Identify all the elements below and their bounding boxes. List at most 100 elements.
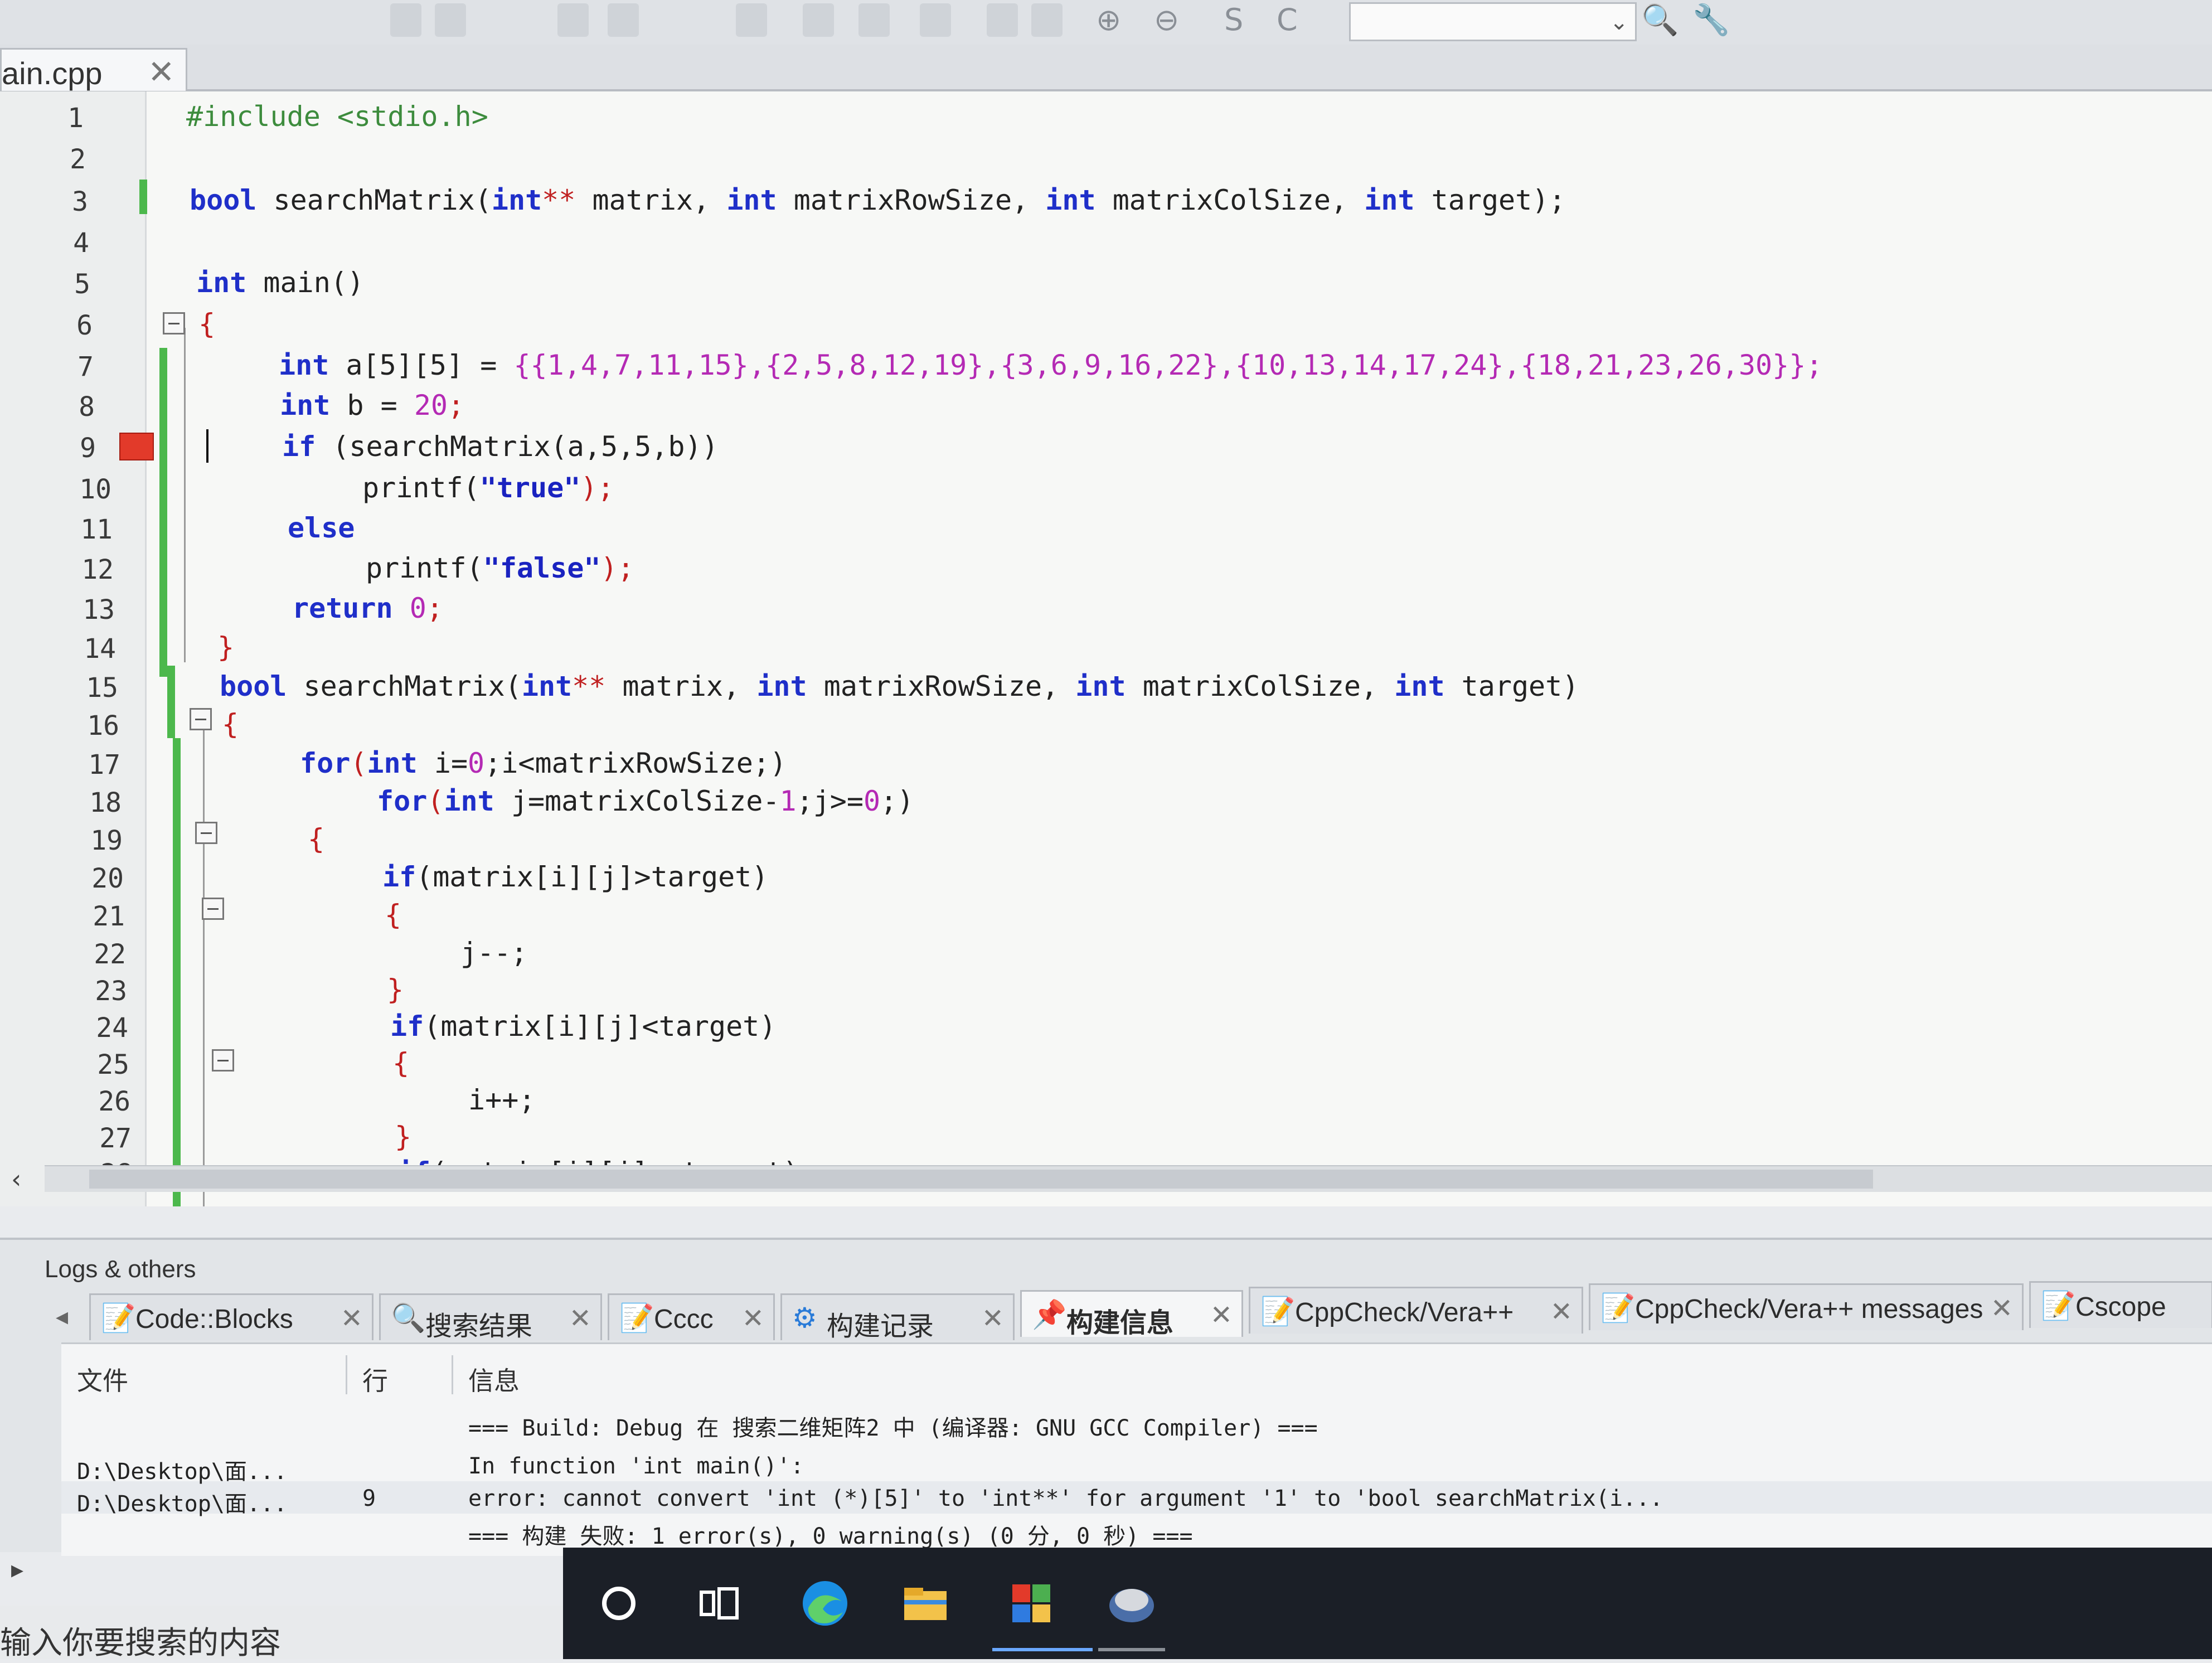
toolbar-button[interactable] <box>1031 3 1063 37</box>
line-number: 15 <box>86 672 118 704</box>
code-line: 26 i++; <box>0 1080 2212 1121</box>
column-divider[interactable] <box>452 1355 453 1394</box>
taskbar-search-box[interactable]: 输入你要搜索的内容 <box>0 1606 563 1660</box>
horizontal-scrollbar[interactable]: ‹ <box>11 1164 2212 1194</box>
toolbar-s-icon[interactable]: S <box>1224 2 1243 37</box>
line-number: 7 <box>77 351 94 382</box>
close-icon[interactable]: ✕ <box>1550 1296 1573 1327</box>
line-number: 6 <box>76 310 93 341</box>
code-line: 11 else <box>0 508 2212 549</box>
code-text: for(int j=matrixColSize-1;j>=0;) <box>377 785 914 817</box>
line-number: 2 <box>70 144 86 175</box>
wrench-icon[interactable]: 🔧 <box>1692 2 1730 38</box>
tab-search-results[interactable]: 🔍 搜索结果 ✕ <box>379 1293 602 1341</box>
line-number: 27 <box>99 1123 132 1154</box>
line-number: 17 <box>88 749 120 780</box>
toolbar-c-icon[interactable]: C <box>1277 2 1298 37</box>
code-text: } <box>387 973 404 1006</box>
editor-tab-main-cpp[interactable]: ain.cpp ✕ <box>0 48 187 91</box>
code-line: 6 { <box>0 304 2212 345</box>
toolbar-button[interactable] <box>435 3 466 37</box>
toolbar-button[interactable] <box>736 3 767 37</box>
toolbar-button[interactable] <box>920 3 951 37</box>
toolbar-button[interactable] <box>557 3 589 37</box>
line-number: 13 <box>83 594 115 626</box>
pencil-icon: 📝 <box>2041 1289 2076 1322</box>
column-header-line[interactable]: 行 <box>362 1361 388 1398</box>
chevron-left-icon[interactable]: ‹ <box>11 1164 21 1194</box>
line-number: 23 <box>95 976 127 1007</box>
toolbar-button[interactable] <box>803 3 834 37</box>
toolbar-button[interactable] <box>858 3 890 37</box>
row-message: In function 'int main()': <box>468 1453 804 1479</box>
tab-label: CppCheck/Vera++ messages <box>1635 1294 1983 1324</box>
task-view-icon[interactable] <box>691 1575 747 1631</box>
code-editor[interactable]: 1 #include <stdio.h> 2 3 bool searchMatr… <box>0 91 2212 1206</box>
toolbar-button[interactable] <box>390 3 421 37</box>
active-app-indicator <box>992 1648 1093 1651</box>
column-divider[interactable] <box>346 1355 347 1394</box>
chevron-down-icon[interactable]: ⌄ <box>1609 9 1628 35</box>
code-text: else <box>288 512 355 544</box>
chevron-right-icon[interactable]: ▸ <box>11 1555 23 1584</box>
save-button[interactable] <box>608 3 639 37</box>
close-icon[interactable]: ✕ <box>742 1303 764 1334</box>
line-number: 12 <box>81 554 114 585</box>
close-icon[interactable]: ✕ <box>341 1303 363 1334</box>
code-line: 27 } <box>0 1117 2212 1157</box>
code-text: { <box>308 823 325 855</box>
codeblocks-app-icon[interactable] <box>1003 1575 1059 1631</box>
close-icon[interactable]: ✕ <box>982 1303 1004 1334</box>
code-line: 25 { <box>0 1044 2212 1084</box>
zoom-out-icon[interactable]: ⊖ <box>1154 2 1179 37</box>
tab-codeblocks[interactable]: 📝 Code::Blocks ✕ <box>89 1293 373 1340</box>
close-icon[interactable]: ✕ <box>1991 1293 2013 1324</box>
code-text: for(int i=0;i<matrixRowSize;) <box>300 747 787 779</box>
app-icon[interactable] <box>1104 1575 1160 1631</box>
editor-tab-bar: ain.cpp ✕ <box>0 45 2212 91</box>
close-icon[interactable]: ✕ <box>569 1303 591 1334</box>
code-text: return 0; <box>292 592 443 624</box>
column-header-message[interactable]: 信息 <box>468 1361 520 1398</box>
tab-label: 构建信息 <box>1066 1308 1174 1338</box>
line-number: 19 <box>90 825 123 856</box>
close-icon[interactable]: ✕ <box>148 53 175 91</box>
line-number: 20 <box>91 863 124 894</box>
code-text: if (searchMatrix(a,5,5,b)) <box>282 430 719 463</box>
toolbar-button[interactable] <box>987 3 1018 37</box>
column-header-file[interactable]: 文件 <box>77 1361 128 1398</box>
line-number: 4 <box>73 227 89 259</box>
windows-taskbar <box>563 1548 2212 1659</box>
tab-cppcheck-vera[interactable]: 📝 CppCheck/Vera++ ✕ <box>1249 1287 1583 1334</box>
row-message: === Build: Debug 在 搜索二维矩阵2 中 (编译器: GNU G… <box>468 1415 1318 1441</box>
code-text: bool searchMatrix(int** matrix, int matr… <box>220 670 1579 702</box>
cortana-icon[interactable] <box>591 1575 647 1631</box>
row-line: 9 <box>362 1486 376 1511</box>
search-icon[interactable]: 🔍 <box>1641 2 1679 38</box>
logs-panel: Logs & others ◂ 📝 Code::Blocks ✕ 🔍 搜索结果 … <box>0 1238 2212 1556</box>
gear-icon: ⚙ <box>792 1302 817 1334</box>
tab-build-log[interactable]: ⚙ 构建记录 ✕ <box>780 1293 1015 1341</box>
scrollbar-thumb[interactable] <box>89 1170 1873 1189</box>
line-number: 25 <box>97 1049 129 1080</box>
line-number: 24 <box>96 1012 128 1044</box>
edge-browser-icon[interactable] <box>797 1575 853 1631</box>
pencil-icon: 📝 <box>101 1302 136 1334</box>
line-number: 1 <box>67 103 84 134</box>
code-text: #include <stdio.h> <box>186 100 488 133</box>
code-line: 20 if(matrix[i][j]>target) <box>0 857 2212 898</box>
row-message: error: cannot convert 'int (*)[5]' to 'i… <box>468 1486 1663 1511</box>
tab-cppcheck-vera-messages[interactable]: 📝 CppCheck/Vera++ messages ✕ <box>1589 1283 2024 1330</box>
zoom-in-icon[interactable]: ⊕ <box>1096 2 1121 37</box>
tab-build-messages[interactable]: 📌 构建信息 ✕ <box>1020 1290 1243 1338</box>
code-line: 21 { <box>0 895 2212 935</box>
tab-cscope[interactable]: 📝 Cscope <box>2029 1281 2212 1328</box>
tab-cccc[interactable]: 📝 Cccc ✕ <box>608 1293 775 1340</box>
toolbar-combo[interactable]: ⌄ <box>1349 2 1637 41</box>
file-explorer-icon[interactable] <box>898 1575 953 1631</box>
line-number: 3 <box>72 186 88 217</box>
code-line: 7 int a[5][5] = {{1,4,7,11,15},{2,5,8,12… <box>0 346 2212 386</box>
close-icon[interactable]: ✕ <box>1210 1300 1233 1331</box>
code-text: if(matrix[i][j]<target) <box>390 1010 777 1043</box>
build-messages-list[interactable]: 文件 行 信息 === Build: Debug 在 搜索二维矩阵2 中 (编译… <box>61 1342 2212 1556</box>
